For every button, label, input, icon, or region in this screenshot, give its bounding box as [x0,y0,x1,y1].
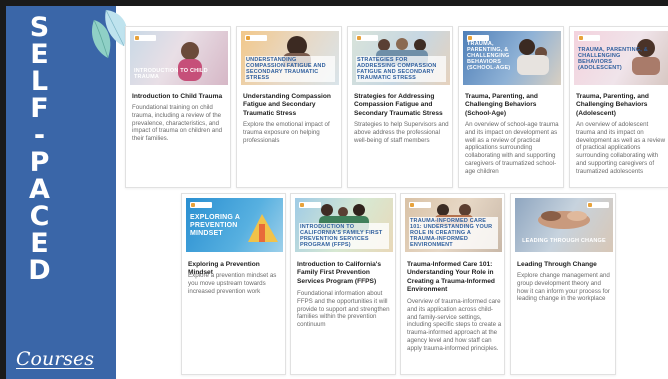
course-thumbnail: STRATEGIES FOR ADDRESSING COMPASSION FAT… [352,31,450,85]
sidebar-letter: E [30,228,50,259]
upstream-illustration-icon [248,214,278,242]
sidebar-letter: A [29,174,51,205]
sidebar-letter: E [30,39,50,70]
cal-center-logo [245,35,267,41]
cal-center-logo [578,35,600,41]
course-description: Overview of trauma-informed care and its… [407,298,502,352]
thumbnail-caption: STRATEGIES FOR ADDRESSING COMPASSION FAT… [356,56,446,82]
sidebar-letter: L [30,66,50,97]
course-title[interactable]: Leading Through Change [517,261,613,269]
course-description: An overview of school-age trauma and its… [465,121,559,175]
course-card-prevention-mindset[interactable]: EXPLORING A PREVENTION MINDSET Exploring… [181,193,286,375]
course-title[interactable]: Introduction to California's Family Firs… [297,261,393,286]
course-title[interactable]: Trauma, Parenting, and Challenging Behav… [465,93,561,118]
course-thumbnail: LEADING THROUGH CHANGE [515,198,613,252]
course-card-leading-through-change[interactable]: LEADING THROUGH CHANGE Leading Through C… [510,193,616,375]
course-card-trauma-parenting-adolescent[interactable]: TRAUMA, PARENTING, & CHALLENGING BEHAVIO… [569,26,668,188]
sidebar-letter: F [30,93,50,124]
cal-center-logo [587,202,609,208]
course-card-trauma-informed-care[interactable]: TRAUMA-INFORMED CARE 101: UNDERSTANDING … [400,193,505,375]
cal-center-logo [299,202,321,208]
thumbnail-caption: TRAUMA, PARENTING, & CHALLENGING BEHAVIO… [578,47,648,71]
course-title[interactable]: Introduction to Child Trauma [132,93,228,101]
cal-center-logo [134,35,156,41]
course-title[interactable]: Trauma, Parenting, and Challenging Behav… [576,93,668,118]
course-description: Explore the emotional impact of trauma e… [243,121,330,144]
thumbnail-caption: UNDERSTANDING COMPASSION FATIGUE AND SEC… [245,56,335,82]
course-title[interactable]: Understanding Compassion Fatigue and Sec… [243,93,339,118]
sidebar-letter: C [29,201,51,232]
course-description: An overview of adolescent trauma and its… [576,121,666,175]
course-description: Foundational information about FFPS and … [297,290,390,329]
course-thumbnail: TRAUMA-INFORMED CARE 101: UNDERSTANDING … [405,198,502,252]
course-thumbnail: INTRODUCTION TO CALIFORNIA'S FAMILY FIRS… [295,198,393,252]
course-card-ffps[interactable]: INTRODUCTION TO CALIFORNIA'S FAMILY FIRS… [290,193,396,375]
course-card-strategies-compassion-fatigue[interactable]: STRATEGIES FOR ADDRESSING COMPASSION FAT… [347,26,453,188]
thumbnail-caption: TRAUMA-INFORMED CARE 101: UNDERSTANDING … [409,217,498,249]
course-description: Strategies to help Supervisors and above… [354,121,449,144]
course-thumbnail: TRAUMA, PARENTING, & CHALLENGING BEHAVIO… [574,31,668,85]
courses-script-label: Courses [16,348,95,370]
sidebar-letter: D [28,255,52,286]
course-title[interactable]: Trauma-Informed Care 101: Understanding … [407,261,502,294]
course-title[interactable]: Strategies for Addressing Compassion Fat… [354,93,450,118]
sidebar-letter: S [29,12,51,43]
cal-center-logo [190,202,212,208]
course-thumbnail: TRAUMA, PARENTING, & CHALLENGING BEHAVIO… [463,31,561,85]
course-thumbnail: INTRODUCTION TO CHILD TRAUMA [130,31,228,85]
hands-together-photo-icon [538,211,590,229]
thumbnail-caption: INTRODUCTION TO CALIFORNIA'S FAMILY FIRS… [299,223,389,249]
course-thumbnail: EXPLORING A PREVENTION MINDSET [186,198,283,252]
thumbnail-caption: LEADING THROUGH CHANGE [522,238,606,244]
thumbnail-caption: EXPLORING A PREVENTION MINDSET [190,214,240,237]
thumbnail-caption: INTRODUCTION TO CHILD TRAUMA [134,68,208,80]
slide-frame: S E L F - P A C E D Courses INTRODUCTION… [0,0,668,379]
cal-center-logo [356,35,378,41]
self-paced-heading: S E L F - P A C E D [20,14,60,284]
course-card-compassion-fatigue[interactable]: UNDERSTANDING COMPASSION FATIGUE AND SEC… [236,26,342,188]
course-thumbnail: UNDERSTANDING COMPASSION FATIGUE AND SEC… [241,31,339,85]
cal-center-logo [409,202,431,208]
thumbnail-caption: TRAUMA, PARENTING, & CHALLENGING BEHAVIO… [467,41,511,71]
course-description: Explore a prevention mindset as you move… [188,272,277,295]
sidebar-letter: - [33,120,47,151]
course-description: Explore change management and group deve… [517,272,610,303]
course-card-trauma-parenting-school-age[interactable]: TRAUMA, PARENTING, & CHALLENGING BEHAVIO… [458,26,564,188]
course-card-child-trauma[interactable]: INTRODUCTION TO CHILD TRAUMA Introductio… [125,26,231,188]
sidebar-letter: P [29,147,51,178]
course-description: Foundational training on child trauma, i… [132,104,223,143]
